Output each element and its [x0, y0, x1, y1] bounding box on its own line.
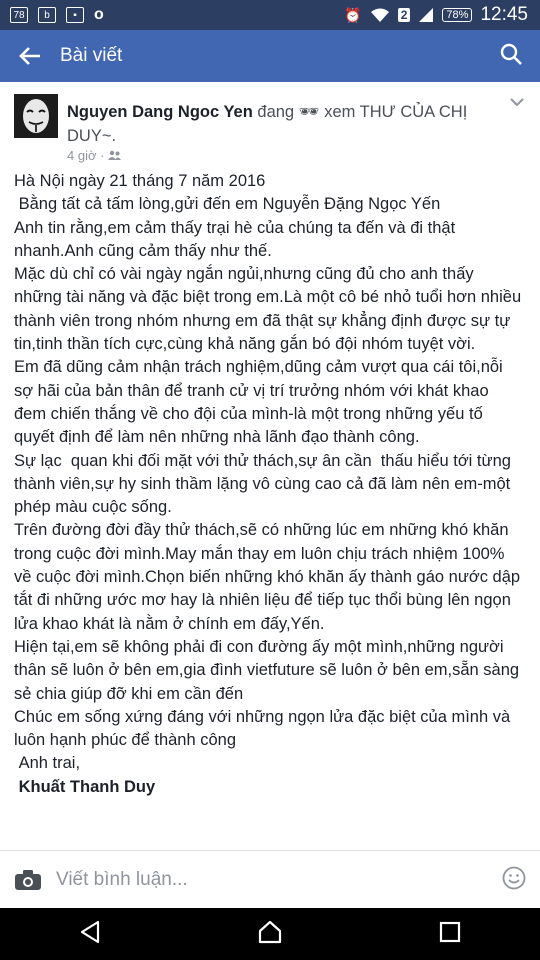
avatar[interactable]: [14, 94, 58, 138]
notification-image-icon: ▪: [66, 7, 84, 23]
nav-home-icon: [258, 920, 282, 943]
post-paragraph: Trên đường đời đầy thử thách,sẽ có những…: [14, 521, 525, 633]
author-line: Nguyen Dang Ngoc Yen đang 🕶 xem THƯ CỦA …: [67, 100, 487, 148]
sim-badge: 2: [397, 8, 411, 22]
app-bar: Bài viết: [0, 30, 540, 82]
post-signature: Khuất Thanh Duy: [14, 777, 156, 796]
nav-back-icon: [80, 920, 99, 943]
friends-icon: [108, 150, 122, 160]
camera-icon: [15, 870, 41, 890]
wifi-icon: [370, 8, 389, 22]
post-line-date: Hà Nội ngày 21 tháng 7 năm 2016: [14, 172, 266, 190]
activity-prefix: đang: [252, 103, 299, 121]
status-bar: 78 b ▪ o ⏰ 2 78% 12:45: [0, 0, 540, 30]
nav-recents-button[interactable]: [439, 921, 461, 948]
post-paragraph: Chúc em sống xứng đáng với những ngọn lử…: [14, 707, 515, 750]
chevron-down-icon: [510, 98, 524, 107]
post-paragraph: Mặc dù chỉ có vài ngày ngắn ngủi,nhưng c…: [14, 265, 526, 354]
post-paragraph: Hiện tại,em sẽ không phải đi con đường ấ…: [14, 637, 524, 703]
notification-b-icon: b: [38, 7, 56, 23]
comment-bar: Viết bình luận...: [0, 850, 540, 909]
nav-home-button[interactable]: [258, 920, 282, 949]
notification-o-icon: o: [94, 6, 104, 23]
post-line-greeting: Bằng tất cả tấm lòng,gửi đến em Nguyễn Đ…: [14, 195, 441, 214]
camera-button[interactable]: [0, 869, 56, 891]
post-paragraph: Sự lạc quan khi đối mặt với thử thách,sự…: [14, 451, 516, 517]
post-meta: 4 giờ ·: [67, 148, 122, 163]
author-name[interactable]: Nguyen Dang Ngoc Yen: [67, 103, 253, 121]
nav-back-button[interactable]: [79, 920, 101, 949]
signal-icon: [419, 8, 434, 22]
battery-indicator: 78%: [442, 8, 473, 22]
nav-recents-icon: [440, 921, 461, 942]
post-options-button[interactable]: [510, 94, 524, 112]
search-icon: [500, 43, 522, 65]
comment-input[interactable]: Viết bình luận...: [56, 869, 188, 891]
post: Nguyen Dang Ngoc Yen đang 🕶 xem THƯ CỦA …: [0, 82, 540, 850]
search-button[interactable]: [500, 43, 522, 70]
clock: 12:45: [480, 4, 528, 25]
mask-avatar-icon: [23, 99, 49, 133]
post-header: Nguyen Dang Ngoc Yen đang 🕶 xem THƯ CỦA …: [0, 82, 540, 170]
post-closing: Anh trai,: [14, 754, 81, 773]
emoji-button[interactable]: [502, 866, 526, 895]
system-nav-bar: [0, 908, 540, 960]
post-body: Hà Nội ngày 21 tháng 7 năm 2016 Bằng tất…: [0, 170, 540, 799]
smiley-icon: [502, 866, 526, 889]
page-title: Bài viết: [60, 45, 123, 66]
back-arrow-icon: [19, 47, 40, 65]
post-time[interactable]: 4 giờ ·: [67, 148, 104, 163]
post-paragraph: Em đã dũng cảm nhận trách nghiệm,dũng cả…: [14, 358, 508, 447]
post-paragraph: Anh tin rằng,em cảm thấy trại hè của chú…: [14, 218, 460, 260]
back-button[interactable]: [0, 46, 60, 66]
notification-78-icon: 78: [10, 7, 28, 23]
alarm-icon: ⏰: [344, 6, 362, 23]
sunglasses-emoji-icon: 🕶: [298, 103, 320, 121]
